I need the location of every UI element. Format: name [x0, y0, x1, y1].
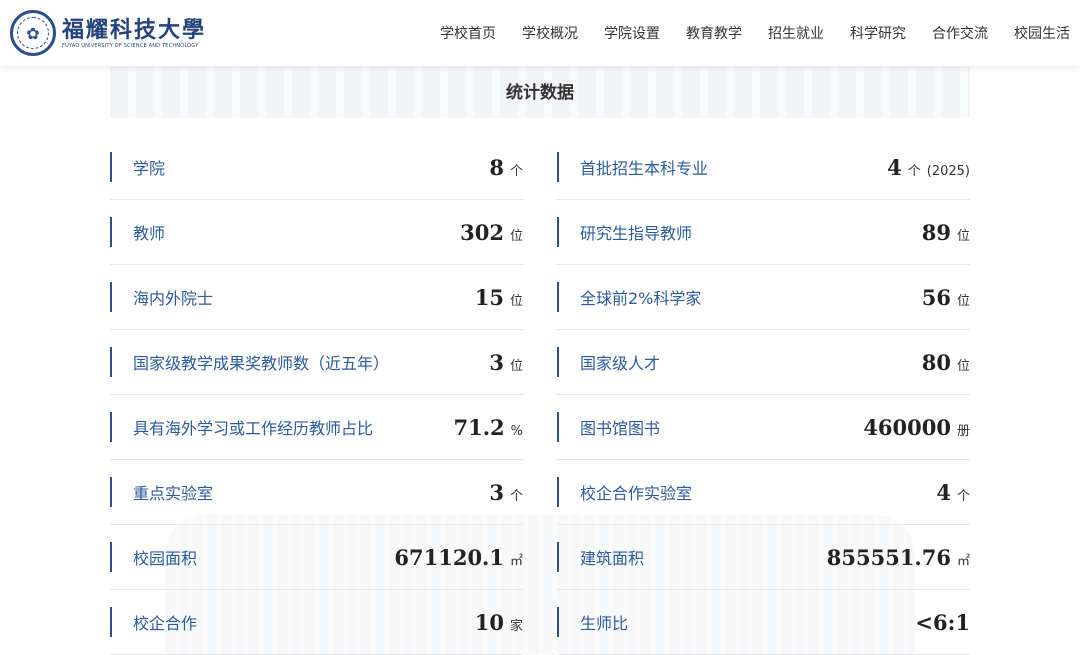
stat-value-group: 3位 — [489, 350, 523, 375]
main-nav: 学校首页 学校概况 学院设置 教育教学 招生就业 科学研究 合作交流 校园生活 — [414, 0, 1070, 66]
nav-research[interactable]: 科学研究 — [850, 23, 906, 43]
nav-education[interactable]: 教育教学 — [686, 23, 742, 43]
page-title: 统计数据 — [506, 83, 574, 103]
nav-campus-life[interactable]: 校园生活 — [1014, 23, 1070, 43]
stat-unit: 位 — [956, 293, 970, 309]
nav-cooperation[interactable]: 合作交流 — [932, 23, 988, 43]
stat-value-group: 71.2% — [453, 415, 523, 440]
stat-number: <6:1 — [915, 609, 970, 635]
stat-row: 建筑面积 855551.76 ㎡ — [557, 525, 970, 590]
stat-number: 460000 — [863, 414, 951, 440]
stat-row: 海内外院士 15 位 — [110, 265, 523, 330]
logo-chinese-name: 福耀科技大學 — [62, 17, 207, 43]
stat-unit: 个 — [907, 163, 921, 179]
stat-unit: 家 — [509, 618, 523, 634]
stat-row: 校企合作 10 家 — [110, 590, 523, 655]
stat-label: 学院 — [133, 159, 166, 178]
stat-row: 学院 8 个 — [110, 135, 523, 200]
stat-number: 4 — [887, 154, 902, 180]
stat-value-group: 56 位 — [922, 285, 970, 310]
stat-number: 302 — [460, 219, 504, 245]
stat-unit: 位 — [509, 293, 523, 309]
stat-value-group: 8个 — [489, 155, 523, 180]
stat-unit: ㎡ — [509, 553, 523, 569]
stat-label: 校园面积 — [133, 549, 198, 568]
stat-row: 教师 302 位 — [110, 200, 523, 265]
nav-colleges[interactable]: 学院设置 — [604, 23, 660, 43]
stat-unit: 位 — [956, 228, 970, 244]
stat-row: 校企合作实验室 4 个 — [557, 460, 970, 525]
stat-unit: % — [510, 423, 523, 439]
stat-label: 校企合作实验室 — [580, 484, 693, 503]
stat-value-group: 80 位 — [922, 350, 970, 375]
stat-value-group: <6:1 — [915, 610, 970, 635]
stat-row: 首批招生本科专业 4 个 (2025) — [557, 135, 970, 200]
stat-unit: ㎡ — [956, 553, 970, 569]
stat-number: 71.2 — [453, 414, 505, 440]
logo-english-name: FUYAO UNIVERSITY OF SCIENCE AND TECHNOLO… — [62, 43, 199, 49]
nav-home[interactable]: 学校首页 — [440, 23, 496, 43]
stat-label: 建筑面积 — [580, 549, 645, 568]
stat-label: 校企合作 — [133, 614, 198, 633]
stat-row: 国家级教学成果奖教师数（近五年） 3 位 — [110, 330, 523, 395]
stat-number: 10 — [474, 609, 504, 635]
stat-label: 具有海外学习或工作经历教师占比 — [133, 419, 374, 438]
stat-value-group: 4个 — [936, 480, 970, 505]
nav-admissions[interactable]: 招生就业 — [768, 23, 824, 43]
stat-label: 生师比 — [580, 614, 629, 633]
stat-unit: 册 — [956, 423, 970, 439]
stat-number: 8 — [489, 154, 504, 180]
stat-row: 全球前2%科学家 56 位 — [557, 265, 970, 330]
stat-number: 671120.1 — [394, 544, 504, 570]
stat-label: 重点实验室 — [133, 484, 214, 503]
stat-label: 海内外院士 — [133, 289, 214, 308]
stat-row: 具有海外学习或工作经历教师占比 71.2% — [110, 395, 523, 460]
stat-row: 校园面积 671120.1 ㎡ — [110, 525, 523, 590]
stat-row: 重点实验室 3 个 — [110, 460, 523, 525]
stat-label: 研究生指导教师 — [580, 224, 693, 243]
stat-row: 国家级人才 80 位 — [557, 330, 970, 395]
stat-value-group: 855551.76 ㎡ — [827, 545, 970, 570]
stat-number: 3 — [489, 479, 504, 505]
university-logo[interactable]: ✿ 福耀科技大學 FUYAO UNIVERSITY OF SCIENCE AND… — [10, 10, 206, 56]
stat-row: 图书馆图书 460000 册 — [557, 395, 970, 460]
stat-number: 3 — [489, 349, 504, 375]
stat-row: 生师比 <6:1 — [557, 590, 970, 655]
stat-number: 855551.76 — [826, 544, 951, 570]
stat-value-group: 4 个 (2025) — [887, 155, 970, 180]
site-header: ✿ 福耀科技大學 FUYAO UNIVERSITY OF SCIENCE AND… — [0, 0, 1080, 66]
university-seal-icon: ✿ — [10, 10, 56, 56]
stat-label: 教师 — [133, 224, 166, 243]
stat-note: (2025) — [926, 163, 970, 179]
stat-label: 全球前2%科学家 — [580, 289, 702, 308]
stat-number: 80 — [921, 349, 951, 375]
stats-grid: 学院 8 个首批招生本科专业 4 个 (2025) 教师 302 位研究生指导教师 89 位海内外院… — [110, 135, 970, 655]
stat-unit: 个 — [509, 488, 523, 504]
stat-row: 研究生指导教师 89 位 — [557, 200, 970, 265]
stat-value-group: 671120.1 ㎡ — [394, 545, 523, 570]
stat-unit: 个 — [509, 163, 523, 179]
stat-unit: 个 — [956, 488, 970, 504]
stat-value-group: 10 家 — [475, 610, 523, 635]
stat-number: 15 — [474, 284, 504, 310]
stat-number: 4 — [936, 479, 951, 505]
stat-label: 图书馆图书 — [580, 419, 661, 438]
logo-text: 福耀科技大學 FUYAO UNIVERSITY OF SCIENCE AND T… — [62, 17, 206, 49]
stat-label: 国家级教学成果奖教师数（近五年） — [133, 354, 390, 373]
stat-label: 国家级人才 — [580, 354, 661, 373]
stat-unit: 位 — [956, 358, 970, 374]
stat-unit: 位 — [509, 358, 523, 374]
stat-unit: 位 — [509, 228, 523, 244]
stat-value-group: 3个 — [489, 480, 523, 505]
nav-about[interactable]: 学校概况 — [522, 23, 578, 43]
stat-value-group: 302 位 — [460, 220, 523, 245]
stat-value-group: 460000 册 — [863, 415, 970, 440]
stat-value-group: 89 位 — [922, 220, 970, 245]
stat-label: 首批招生本科专业 — [580, 159, 709, 178]
stat-value-group: 15 位 — [475, 285, 523, 310]
stat-number: 89 — [921, 219, 951, 245]
stat-number: 56 — [921, 284, 951, 310]
